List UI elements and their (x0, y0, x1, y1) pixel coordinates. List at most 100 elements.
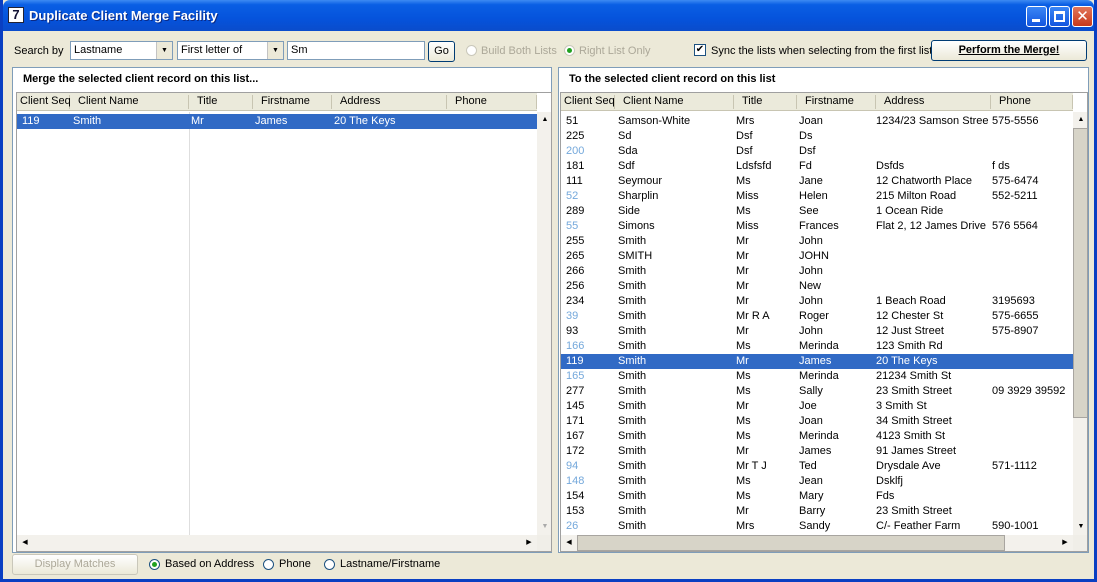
scroll-left-icon[interactable]: ◀ (561, 535, 577, 551)
cell-name: Seymour (618, 175, 663, 187)
table-row[interactable]: 172 Smith Mr James 91 James Street (561, 444, 1073, 459)
table-row[interactable]: 93 Smith Mr John 12 Just Street 575-8907 (561, 324, 1073, 339)
table-row[interactable]: 256 Smith Mr New (561, 279, 1073, 294)
cell-address: 1 Ocean Ride (876, 205, 944, 217)
right-vertical-scrollbar[interactable]: ▲ ▼ (1073, 112, 1087, 535)
match-mode-value: First letter of (181, 44, 243, 56)
cell-firstname: Barry (799, 505, 826, 517)
table-row[interactable]: 26 Smith Mrs Sandy C/- Feather Farm 590-1001 (561, 519, 1073, 534)
right-list-only-label: Right List Only (579, 45, 651, 57)
scroll-corner (1073, 535, 1087, 551)
chevron-down-icon[interactable]: ▼ (267, 42, 283, 59)
table-row[interactable]: 167 Smith Ms Merinda 4123 Smith St (561, 429, 1073, 444)
table-row[interactable]: 266 Smith Mr John (561, 264, 1073, 279)
search-field-select[interactable]: Lastname ▼ (70, 41, 173, 60)
lastname-firstname-label: Lastname/Firstname (340, 558, 441, 570)
scroll-down-icon[interactable]: ▼ (1073, 519, 1087, 535)
match-mode-select[interactable]: First letter of ▼ (177, 41, 284, 60)
cell-seq: 181 (566, 160, 585, 172)
cell-name: Smith (618, 430, 647, 442)
table-row[interactable]: 52 Sharplin Miss Helen 215 Milton Road 552-52… (561, 189, 1073, 204)
table-row[interactable]: 94 Smith Mr T J Ted Drysdale Ave 571-1112 (561, 459, 1073, 474)
cell-name: Samson-White (618, 115, 691, 127)
col-client-name[interactable]: Client Name (615, 95, 734, 109)
col-firstname[interactable]: Firstname (797, 95, 876, 109)
left-horizontal-scrollbar[interactable]: ◀ ▶ (17, 535, 537, 551)
cell-name: Smith (618, 505, 647, 517)
table-row[interactable]: 55 Simons Miss Frances Flat 2, 12 James Driv… (561, 219, 1073, 234)
col-address[interactable]: Address (876, 95, 991, 109)
table-row[interactable]: 145 Smith Mr Joe 3 Smith St (561, 399, 1073, 414)
cell-firstname: Jane (799, 175, 823, 187)
search-text-input[interactable]: Sm (287, 41, 425, 60)
scroll-thumb[interactable] (577, 535, 1005, 551)
display-matches-button[interactable]: Display Matches (12, 554, 138, 575)
minimize-button[interactable] (1026, 6, 1047, 27)
cell-firstname: John (799, 235, 823, 247)
table-row[interactable]: 200 Sda Dsf Dsf (561, 144, 1073, 159)
table-row[interactable]: 225 Sd Dsf Ds (561, 129, 1073, 144)
maximize-button[interactable] (1049, 6, 1070, 27)
build-both-radio[interactable] (466, 45, 477, 56)
table-row[interactable]: 39 Smith Mr R A Roger 12 Chester St 575-6655 (561, 309, 1073, 324)
col-firstname[interactable]: Firstname (253, 95, 332, 109)
col-client-name[interactable]: Client Name (70, 95, 189, 109)
table-row[interactable]: 119 Smith Mr James 20 The Keys (561, 354, 1073, 369)
cell-seq: 145 (566, 400, 585, 412)
scroll-down-icon[interactable]: ▼ (537, 519, 551, 535)
sync-checkbox[interactable]: ✔ (694, 44, 706, 56)
table-row[interactable]: 165 Smith Ms Merinda 21234 Smith St (561, 369, 1073, 384)
col-phone[interactable]: Phone (991, 95, 1073, 109)
perform-merge-button[interactable]: Perform the Merge! (931, 40, 1087, 61)
table-row[interactable]: 234 Smith Mr John 1 Beach Road 3195693 (561, 294, 1073, 309)
scroll-right-icon[interactable]: ▶ (1057, 535, 1073, 551)
left-vertical-scrollbar[interactable]: ▲ ▼ (537, 112, 551, 535)
scroll-up-icon[interactable]: ▲ (537, 112, 551, 128)
title-bar[interactable]: 7 Duplicate Client Merge Facility ✕ (3, 0, 1094, 31)
table-row[interactable]: 166 Smith Ms Merinda 123 Smith Rd (561, 339, 1073, 354)
table-row[interactable]: 255 Smith Mr John (561, 234, 1073, 249)
cell-address: 4123 Smith St (876, 430, 946, 442)
col-title[interactable]: Title (189, 95, 253, 109)
col-address[interactable]: Address (332, 95, 447, 109)
table-row[interactable]: 154 Smith Ms Mary Fds (561, 489, 1073, 504)
table-row[interactable]: 148 Smith Ms Jean Dsklfj (561, 474, 1073, 489)
cell-title: Ms (736, 490, 751, 502)
scroll-up-icon[interactable]: ▲ (1073, 112, 1087, 128)
table-row[interactable]: 181 Sdf Ldsfsfd Fd Dsfds f ds (561, 159, 1073, 174)
window-title: Duplicate Client Merge Facility (29, 8, 218, 23)
cell-seq: 148 (566, 475, 585, 487)
scroll-right-icon[interactable]: ▶ (521, 535, 537, 551)
phone-radio[interactable] (263, 559, 274, 570)
table-row[interactable]: 289 Side Ms See 1 Ocean Ride (561, 204, 1073, 219)
col-title[interactable]: Title (734, 95, 797, 109)
close-button[interactable]: ✕ (1072, 6, 1093, 27)
col-client-seq[interactable]: Client Seq (17, 95, 71, 109)
table-row[interactable]: 265 SMITH Mr JOHN (561, 249, 1073, 264)
cell-address: Fds (876, 490, 895, 502)
cell-title: Mr (736, 235, 749, 247)
cell-address: 20 The Keys (876, 355, 938, 367)
table-row[interactable]: 277 Smith Ms Sally 23 Smith Street 09 3929 39… (561, 384, 1073, 399)
right-list-only-radio[interactable] (564, 45, 575, 56)
table-row[interactable]: 111 Seymour Ms Jane 12 Chatworth Place 575-64… (561, 174, 1073, 189)
table-row[interactable]: 171 Smith Ms Joan 34 Smith Street (561, 414, 1073, 429)
cell-phone: 576 5564 (992, 220, 1038, 232)
cell-name: Smith (618, 355, 647, 367)
chevron-down-icon[interactable]: ▼ (156, 42, 172, 59)
sync-label: Sync the lists when selecting from the f… (711, 45, 933, 57)
table-row[interactable]: 119 Smith Mr James 20 The Keys (17, 114, 537, 129)
left-grid[interactable]: Client Seq Client Name Title Firstname A… (16, 92, 552, 552)
scroll-left-icon[interactable]: ◀ (17, 535, 33, 551)
right-horizontal-scrollbar[interactable]: ◀ ▶ (561, 535, 1073, 551)
col-client-seq[interactable]: Client Seq (561, 95, 615, 109)
go-button[interactable]: Go (428, 41, 455, 62)
cell-address: 12 Chatworth Place (876, 175, 972, 187)
table-row[interactable]: 51 Samson-White Mrs Joan 1234/23 Samson Stre… (561, 114, 1073, 129)
right-grid[interactable]: Client Seq Client Name Title Firstname A… (560, 92, 1088, 552)
lastname-firstname-radio[interactable] (324, 559, 335, 570)
based-on-address-radio[interactable] (149, 559, 160, 570)
scroll-thumb[interactable] (1073, 128, 1087, 418)
col-phone[interactable]: Phone (447, 95, 537, 109)
table-row[interactable]: 153 Smith Mr Barry 23 Smith Street (561, 504, 1073, 519)
